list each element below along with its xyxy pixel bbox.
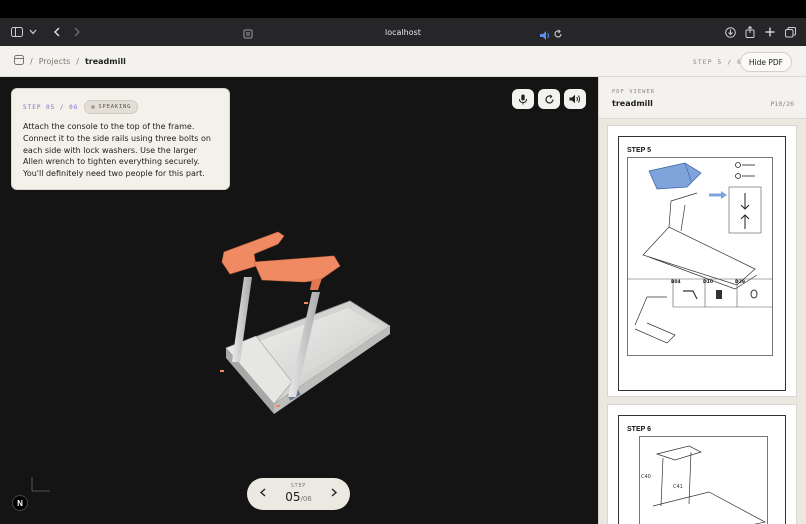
step-indicator: STEP 5 / 6 [692,58,742,66]
part-label: B04 [671,279,681,285]
axis-gizmo [31,477,50,492]
page-title: STEP 5 [627,147,651,154]
next-step-button[interactable] [330,487,338,501]
callout-label: C40 [641,474,651,480]
sidebar-icon[interactable] [10,23,24,41]
step-navigator: STEP 05/06 [247,478,350,510]
page-frame: STEP 5 B04 D10 D29 [618,136,786,391]
speaking-badge: SPEAKING [84,100,139,114]
pdf-page-number: P10/26 [770,100,794,108]
back-icon[interactable] [50,23,64,41]
microphone-button[interactable] [512,89,534,109]
chevron-right-icon [331,488,338,497]
pdf-viewer-panel[interactable]: PDF VIEWER treadmill P10/26 STEP 5 B04 D… [598,77,806,524]
treadmill-model[interactable] [200,222,410,432]
total-steps: /06 [300,495,312,503]
current-step: 05 [285,490,301,504]
breadcrumb-separator: / [30,56,33,66]
breadcrumb-projects[interactable]: Projects [39,57,71,66]
parts-labels: B04 D10 D29 [671,279,745,285]
url-text: localhost [385,27,421,37]
pdf-header: PDF VIEWER treadmill P10/26 [599,77,806,119]
chevron-down-icon[interactable] [28,23,38,41]
pdf-page-step-6[interactable]: STEP 6 C40 C41 [607,404,797,524]
bolt [276,405,280,407]
speaking-dot-icon [91,105,96,109]
tabs-icon[interactable] [783,23,797,41]
next-logo-badge[interactable]: N [12,495,28,511]
pdf-viewer-label: PDF VIEWER [612,89,656,95]
speaker-button[interactable] [564,89,586,109]
address-bar[interactable]: localhost [240,22,566,42]
console-handlebar [253,255,341,283]
speaker-icon [569,94,580,104]
speaking-label: SPEAKING [98,104,132,110]
reset-view-button[interactable] [538,89,560,109]
part-label: D10 [703,279,713,285]
download-icon[interactable] [723,23,737,41]
page-title: STEP 6 [627,426,651,433]
step-5-diagram [627,157,773,356]
hide-pdf-button[interactable]: Hide PDF [739,52,792,72]
bolt [304,302,308,304]
audio-icon[interactable] [540,27,550,45]
microphone-icon [519,94,527,104]
reload-icon[interactable] [553,26,563,44]
breadcrumb-separator: / [76,56,79,66]
speech-card: STEP 05 / 06 SPEAKING Attach the console… [11,88,230,190]
breadcrumb: / Projects / treadmill [14,55,126,67]
new-tab-icon[interactable] [763,23,777,41]
3d-viewer[interactable]: STEP 05 / 06 SPEAKING Attach the console… [0,77,598,524]
breadcrumb-current: treadmill [84,56,126,66]
step-6-diagram: C40 C41 [639,436,768,524]
speech-step-label: STEP 05 / 06 [23,103,79,111]
folder-icon[interactable] [14,55,24,67]
pdf-page-step-5[interactable]: STEP 5 B04 D10 D29 [607,125,797,397]
app-header: / Projects / treadmill STEP 5 / 6 Hide P… [0,46,806,77]
pdf-title: treadmill [612,99,653,108]
reader-icon[interactable] [243,26,253,44]
callout-label: C41 [673,484,683,490]
reset-icon [544,94,554,104]
share-icon[interactable] [743,23,757,41]
window-top-bar [0,0,806,18]
forward-icon[interactable] [70,23,84,41]
instruction-text: Attach the console to the top of the fra… [23,122,211,179]
part-label: D29 [735,279,745,285]
bolt [220,370,224,372]
browser-toolbar: localhost [0,18,806,46]
page-frame: STEP 6 C40 C41 [618,415,786,524]
